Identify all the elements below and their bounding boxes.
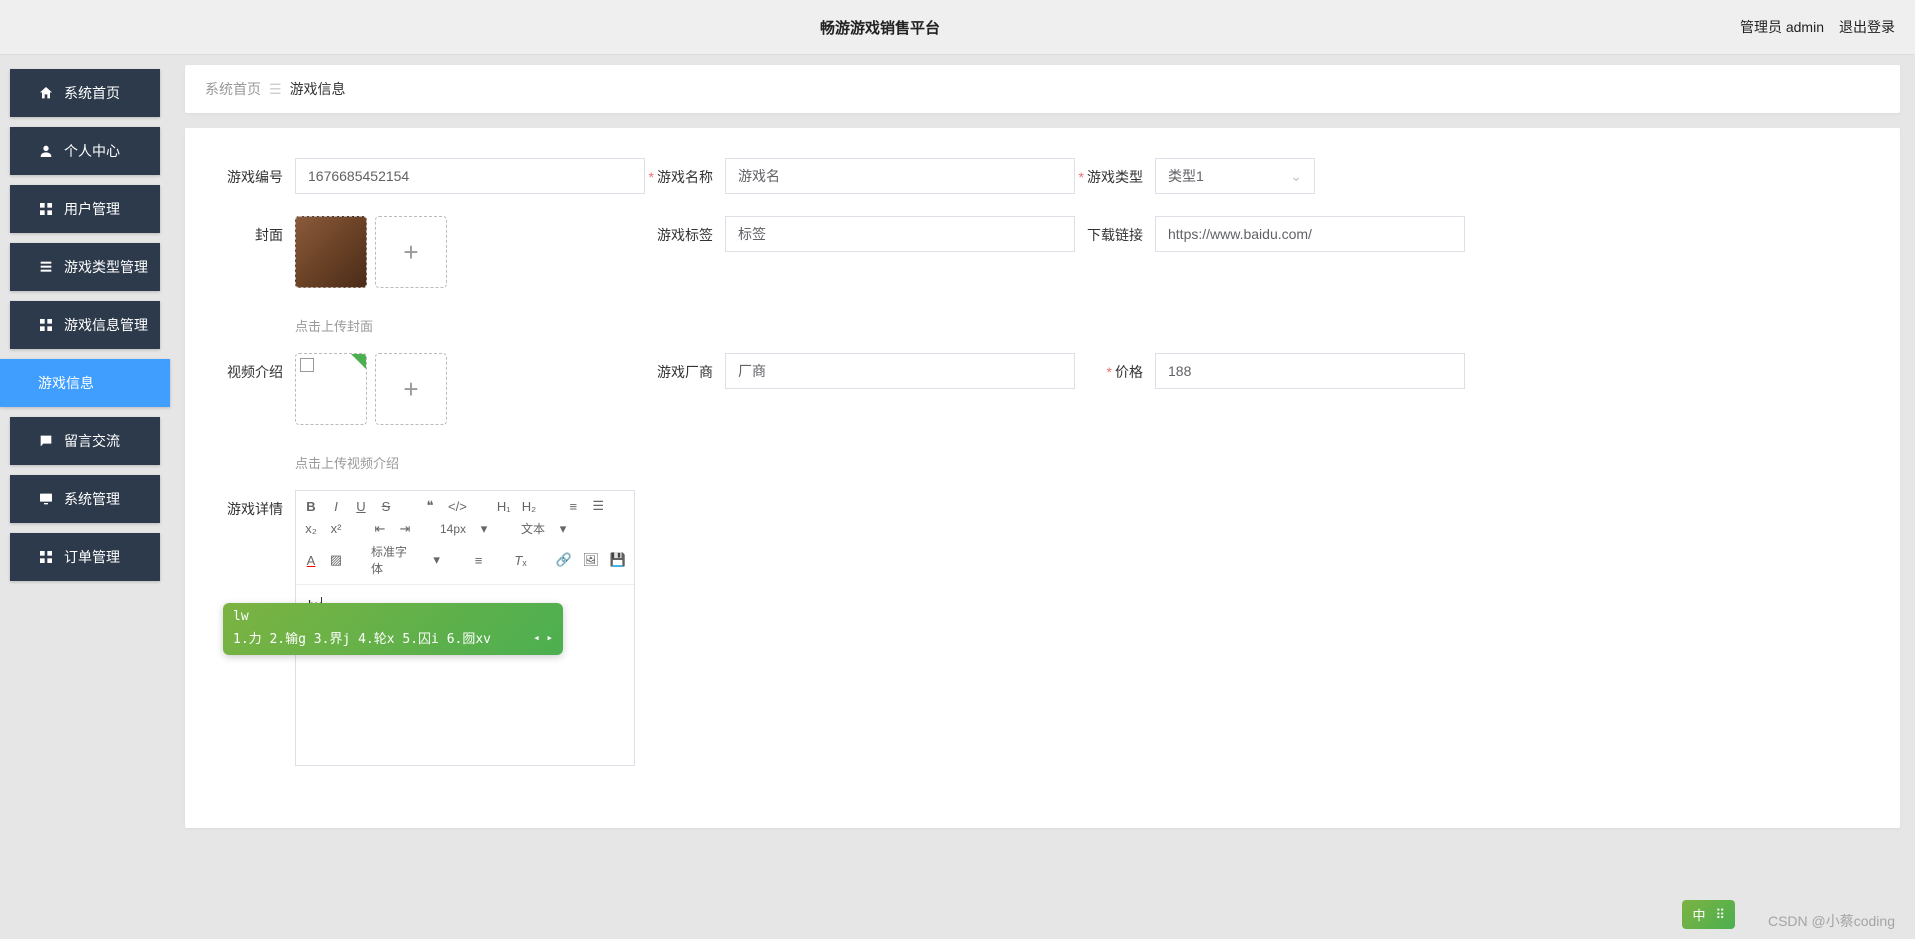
bold-icon[interactable]: B xyxy=(304,499,318,514)
subscript-icon[interactable]: x₂ xyxy=(304,521,318,536)
input-game-code[interactable] xyxy=(295,158,645,194)
dropdown-icon[interactable]: ▾ xyxy=(477,521,491,537)
video-upload-button[interactable]: + xyxy=(375,353,447,425)
admin-label[interactable]: 管理员 admin xyxy=(1740,17,1824,37)
comment-icon xyxy=(38,433,54,449)
bg-color-icon[interactable]: ▨ xyxy=(329,552,343,568)
unordered-list-icon[interactable]: ☰ xyxy=(591,498,605,514)
breadcrumb: 系统首页 ☰ 游戏信息 xyxy=(185,65,1900,113)
ime-candidates[interactable]: 1.力 2.输g 3.界j 4.轮x 5.囚i 6.囫xv xyxy=(233,628,491,647)
label-video-intro: 视频介绍 xyxy=(215,353,295,382)
sidebar-item-label: 留言交流 xyxy=(64,431,120,451)
sidebar-item-game-info[interactable]: 游戏信息 xyxy=(0,359,170,407)
editor-toolbar: B I U S ❝ </> H₁ H₂ ≡ ☰ xyxy=(296,491,634,585)
label-cover: 封面 xyxy=(215,216,295,245)
language-indicator[interactable]: 中 ⠿ xyxy=(1682,900,1735,929)
grid-icon xyxy=(38,201,54,217)
label-game-code: 游戏编号 xyxy=(215,158,295,187)
desktop-icon xyxy=(38,491,54,507)
text-color-icon[interactable]: A xyxy=(304,553,318,568)
video-thumbnail[interactable] xyxy=(295,353,367,425)
ime-input-text: lw xyxy=(233,609,553,624)
quote-icon[interactable]: ❝ xyxy=(423,498,437,514)
label-game-name: *游戏名称 xyxy=(645,158,725,187)
dropdown-icon[interactable]: ▾ xyxy=(430,552,444,568)
save-icon[interactable]: 💾 xyxy=(610,552,626,568)
h1-icon[interactable]: H₁ xyxy=(497,499,511,514)
input-price[interactable] xyxy=(1155,353,1465,389)
h2-icon[interactable]: H₂ xyxy=(522,499,536,514)
ordered-list-icon[interactable]: ≡ xyxy=(566,499,580,514)
label-game-detail: 游戏详情 xyxy=(215,490,295,519)
sidebar-item-label: 订单管理 xyxy=(64,547,120,567)
list-icon xyxy=(38,259,54,275)
select-game-type[interactable]: 类型1 ⌄ xyxy=(1155,158,1315,194)
image-icon[interactable]: 🖼 xyxy=(583,552,599,568)
broken-image-icon xyxy=(300,358,314,372)
ime-popup: lw 1.力 2.输g 3.界j 4.轮x 5.囚i 6.囫xv ◂ ▸ xyxy=(223,603,563,655)
grid-icon xyxy=(38,549,54,565)
sidebar-item-home[interactable]: 系统首页 xyxy=(10,69,160,117)
label-download-link: 下载链接 xyxy=(1075,216,1155,245)
input-download-link[interactable] xyxy=(1155,216,1465,252)
cover-upload-hint: 点击上传封面 xyxy=(295,316,1870,335)
sidebar-item-label: 游戏类型管理 xyxy=(64,257,148,277)
sidebar-item-game-type[interactable]: 游戏类型管理 xyxy=(10,243,160,291)
outdent-icon[interactable]: ⇥ xyxy=(398,521,412,537)
sidebar: 系统首页 个人中心 用户管理 游戏类型管理 游戏信息管理 游戏信息 留言交流 系… xyxy=(0,55,170,843)
link-icon[interactable]: 🔗 xyxy=(555,552,571,568)
strikethrough-icon[interactable]: S xyxy=(379,499,393,514)
cover-upload-button[interactable]: + xyxy=(375,216,447,288)
header: 畅游游戏销售平台 管理员 admin 退出登录 xyxy=(0,0,1915,55)
align-icon[interactable]: ≡ xyxy=(472,553,486,568)
form-panel: 游戏编号 *游戏名称 *游戏类型 类型1 ⌄ 封面 xyxy=(185,128,1900,828)
sidebar-item-label: 系统管理 xyxy=(64,489,120,509)
label-game-type: *游戏类型 xyxy=(1075,158,1155,187)
label-game-vendor: 游戏厂商 xyxy=(645,353,725,382)
sidebar-item-label: 游戏信息 xyxy=(38,373,94,393)
clear-format-icon[interactable]: Tₓ xyxy=(514,553,528,568)
settings-dots-icon: ⠿ xyxy=(1715,907,1725,923)
sidebar-item-message[interactable]: 留言交流 xyxy=(10,417,160,465)
user-icon xyxy=(38,143,54,159)
breadcrumb-home[interactable]: 系统首页 xyxy=(205,79,261,99)
video-upload-hint: 点击上传视频介绍 xyxy=(295,453,1870,472)
superscript-icon[interactable]: x² xyxy=(329,521,343,536)
font-size-select[interactable]: 14px xyxy=(440,522,466,536)
input-game-vendor[interactable] xyxy=(725,353,1075,389)
code-icon[interactable]: </> xyxy=(448,499,467,514)
breadcrumb-separator: ☰ xyxy=(269,81,282,98)
input-game-tag[interactable] xyxy=(725,216,1075,252)
sidebar-item-game-info-mgmt[interactable]: 游戏信息管理 xyxy=(10,301,160,349)
grid-icon xyxy=(38,317,54,333)
logout-link[interactable]: 退出登录 xyxy=(1839,17,1895,37)
sidebar-item-user-mgmt[interactable]: 用户管理 xyxy=(10,185,160,233)
home-icon xyxy=(38,85,54,101)
underline-icon[interactable]: U xyxy=(354,499,368,514)
rich-text-editor: B I U S ❝ </> H₁ H₂ ≡ ☰ xyxy=(295,490,635,766)
sidebar-item-profile[interactable]: 个人中心 xyxy=(10,127,160,175)
chevron-down-icon: ⌄ xyxy=(1290,168,1302,185)
input-game-name[interactable] xyxy=(725,158,1075,194)
sidebar-item-order[interactable]: 订单管理 xyxy=(10,533,160,581)
sidebar-item-label: 个人中心 xyxy=(64,141,120,161)
label-game-tag: 游戏标签 xyxy=(645,216,725,245)
watermark: CSDN @小蔡coding xyxy=(1768,911,1895,931)
editor-content[interactable]: lw lw 1.力 2.输g 3.界j 4.轮x 5.囚i 6.囫xv ◂ ▸ xyxy=(296,585,634,765)
indent-icon[interactable]: ⇤ xyxy=(373,521,387,537)
dropdown-icon[interactable]: ▾ xyxy=(556,521,570,537)
sidebar-item-label: 游戏信息管理 xyxy=(64,315,148,335)
text-type-select[interactable]: 文本 xyxy=(521,520,545,537)
italic-icon[interactable]: I xyxy=(329,499,343,514)
sidebar-item-label: 用户管理 xyxy=(64,199,120,219)
sidebar-item-system[interactable]: 系统管理 xyxy=(10,475,160,523)
breadcrumb-current: 游戏信息 xyxy=(290,79,346,99)
label-price: *价格 xyxy=(1075,353,1155,382)
ime-page-nav[interactable]: ◂ ▸ xyxy=(533,631,553,644)
font-family-select[interactable]: 标准字体 xyxy=(371,543,419,577)
sidebar-item-label: 系统首页 xyxy=(64,83,120,103)
cover-thumbnail[interactable] xyxy=(295,216,367,288)
app-title: 畅游游戏销售平台 xyxy=(20,17,1740,38)
